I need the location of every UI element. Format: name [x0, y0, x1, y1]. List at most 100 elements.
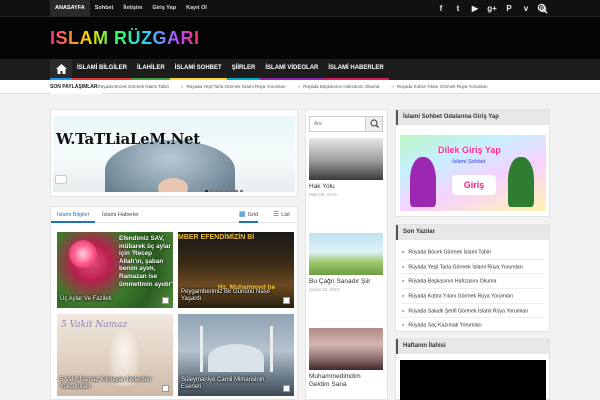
- nav-siirler[interactable]: ŞİİRLER: [226, 59, 261, 80]
- widget-title: İslami Sohbet Odalarına Giriş Yap: [396, 110, 549, 125]
- recent-post-link[interactable]: Rüyada Sakallı Şerifi Görmek İslami Rüya…: [402, 304, 544, 319]
- chat-banner[interactable]: Dilek Giriş Yap İslami Sohbet Giriş: [400, 135, 546, 211]
- site-logo[interactable]: ISLAM RÜZGARI: [50, 27, 200, 49]
- home-button[interactable]: [50, 59, 72, 80]
- site-header: ISLAM RÜZGARI: [0, 17, 600, 59]
- search-icon[interactable]: [537, 3, 548, 14]
- post-overlay-text: Efendimiz SAV, mübarek üç aylar için 'Re…: [119, 235, 173, 288]
- search-input[interactable]: [310, 117, 366, 131]
- slider-dot[interactable]: [235, 190, 238, 192]
- post-title[interactable]: Bu Çağrı Sanadır Şiir: [309, 278, 383, 286]
- widget-title: Son Yazılar: [396, 225, 549, 240]
- top-nav-kayit[interactable]: Kayıt Ol: [181, 0, 212, 17]
- nav-islami-bilgiler[interactable]: İSLAMİ BİLGİLER: [72, 59, 132, 80]
- weekly-hymn-widget: Haftanın İlahisi: [395, 338, 550, 400]
- youtube-icon[interactable]: ▶: [470, 4, 480, 13]
- featured-slider[interactable]: W.TaTLiaLeM.Net: [50, 109, 298, 197]
- slider-dot[interactable]: [210, 190, 213, 192]
- nav-ilahiler[interactable]: İLAHİLER: [132, 59, 170, 80]
- post-overlay-text: 5 Vakit Namaz: [61, 320, 128, 330]
- flower-image: [69, 240, 97, 268]
- grid-label: Grid: [247, 212, 259, 218]
- banner-subtitle: İslami Sohbet: [452, 159, 486, 165]
- recent-post-link[interactable]: Rüyada Saç Kazımak Yorumları: [402, 318, 544, 334]
- post-title[interactable]: Muhammedimdim Geldim Sana: [309, 373, 383, 389]
- post-title[interactable]: Süleymaniye Camii Mimarisinin Eserleri: [181, 377, 280, 391]
- nav-islami-haberler[interactable]: İSLAMİ HABERLER: [323, 59, 389, 80]
- video-player[interactable]: [400, 360, 546, 400]
- minaret: [200, 326, 203, 372]
- posts-tabbox: İslami Bilgiler İslami Haberler ▦ Grid ☰ L…: [50, 206, 298, 400]
- top-nav-giris[interactable]: Giriş Yap: [147, 0, 181, 17]
- top-nav-sohbet[interactable]: Sohbet: [90, 0, 119, 17]
- middle-column: Hak Yolu Mart 09, 2015 Bu Çağrı Sanadır …: [305, 109, 388, 400]
- post-card[interactable]: 5 Vakit Namaz 5 Vakit Namaz Kılmayan Nel…: [57, 314, 173, 396]
- slide-image[interactable]: W.TaTLiaLeM.Net: [53, 116, 295, 192]
- chat-rooms-widget: İslami Sohbet Odalarına Giriş Yap Dilek …: [395, 109, 550, 217]
- post-title[interactable]: Peygamberimiz Bir Gününü Nasıl Yaşardı: [181, 289, 280, 303]
- twitter-icon[interactable]: t: [453, 4, 463, 13]
- slide-caption-toggle[interactable]: [55, 175, 67, 184]
- top-bar: ANASAYFA Sohbet İletişim Giriş Yap Kayıt…: [0, 0, 600, 17]
- post-card[interactable]: Efendimiz SAV, mübarek üç aylar için 'Re…: [57, 232, 173, 308]
- grid-view-button[interactable]: ▦ Grid: [239, 207, 259, 223]
- ticker-items: Rüyada Böcek Görmek İslami Tabiri Rüyada…: [92, 80, 550, 94]
- slider-dot[interactable]: [230, 190, 233, 192]
- post-format-icon: [162, 297, 169, 304]
- tab-islami-haberler[interactable]: İslami Haberler: [96, 207, 145, 223]
- facebook-icon[interactable]: f: [436, 4, 446, 13]
- post-date: Şubat 18, 2015: [309, 287, 340, 292]
- post-title[interactable]: 5 Vakit Namaz Kılmayan Nelerden Yoksunka…: [60, 377, 159, 391]
- banner-text: Dilek Giriş Yap: [438, 145, 501, 155]
- post-format-icon: [162, 385, 169, 392]
- sidebar-post[interactable]: Bu Çağrı Sanadır Şiir Şubat 18, 2015: [309, 233, 383, 292]
- widget-title: Haftanın İlahisi: [396, 339, 549, 354]
- top-nav-iletisim[interactable]: İletişim: [118, 0, 147, 17]
- ticker-item[interactable]: Rüyada Başkasının Hafızasını Okuma: [298, 80, 379, 94]
- banner-sign: Giriş: [452, 175, 496, 195]
- slider-dot[interactable]: [215, 190, 218, 192]
- slider-dot[interactable]: [225, 190, 228, 192]
- post-title[interactable]: Üç Aylar Ve Fazileti: [60, 296, 159, 303]
- news-ticker: SON PAYLAŞIMLAR Rüyada Böcek Görmek İsla…: [0, 80, 600, 94]
- home-icon: [55, 63, 67, 74]
- sidebar-post[interactable]: Hak Yolu Mart 09, 2015: [309, 138, 383, 197]
- grid-icon: ▦: [239, 211, 246, 218]
- top-nav-home[interactable]: ANASAYFA: [50, 0, 90, 17]
- post-thumbnail[interactable]: [309, 328, 383, 370]
- ticker-item[interactable]: Rüyada Kobra Yılanı Görmek Rüya Yorumlar…: [391, 80, 488, 94]
- post-thumbnail[interactable]: [309, 233, 383, 275]
- recent-post-link[interactable]: Rüyada Kobra Yılanı Görmek Rüya Yorumlar…: [402, 289, 544, 304]
- nav-islami-videolar[interactable]: İSLAMİ VİDEOLAR: [260, 59, 324, 80]
- post-card[interactable]: MBER EFENDİMİZİN Bİ Hz. Muhammed he Peyg…: [178, 232, 294, 308]
- mosque-dome: [208, 344, 264, 372]
- tab-islami-bilgiler[interactable]: İslami Bilgiler: [51, 207, 96, 223]
- vimeo-icon[interactable]: v: [521, 4, 531, 13]
- sidebar-post[interactable]: Muhammedimdim Geldim Sana: [309, 328, 383, 389]
- post-thumbnail[interactable]: [309, 138, 383, 180]
- slide-text: W.TaTLiaLeM.Net: [56, 130, 200, 148]
- slider-dot[interactable]: [240, 190, 243, 192]
- top-nav: ANASAYFA Sohbet İletişim Giriş Yap Kayıt…: [50, 0, 212, 17]
- google-plus-icon[interactable]: g+: [487, 4, 497, 13]
- list-icon: ☰: [273, 211, 280, 218]
- list-view-button[interactable]: ☰ List: [273, 207, 290, 223]
- ticker-item[interactable]: Rüyada Böcek Görmek İslami Tabiri: [92, 80, 169, 94]
- pinterest-icon[interactable]: P: [504, 4, 514, 13]
- slider-dot[interactable]: [205, 190, 208, 192]
- post-overlay-text: MBER EFENDİMİZİN Bİ: [178, 234, 255, 241]
- slider-dot[interactable]: [220, 190, 223, 192]
- recent-post-link[interactable]: Rüyada Başkasının Hafızasını Okuma: [402, 274, 544, 290]
- post-date: Mart 09, 2015: [309, 192, 337, 197]
- post-card[interactable]: Süleymaniye Camii Mimarisinin Eserleri: [178, 314, 294, 396]
- post-title[interactable]: Hak Yolu: [309, 183, 383, 191]
- search-button[interactable]: [365, 117, 382, 131]
- post-format-icon: [283, 297, 290, 304]
- nav-islami-sohbet[interactable]: İSLAMİ SOHBET: [169, 59, 227, 80]
- minaret: [270, 326, 273, 372]
- search-icon: [370, 119, 379, 128]
- ticker-item[interactable]: Rüyada Yeşil Tarla Görmek İslami Rüya Yo…: [181, 80, 285, 94]
- recent-post-link[interactable]: Rüyada Yeşil Tarla Görmek İslami Rüya Yo…: [402, 260, 544, 275]
- slide-face: [158, 178, 188, 192]
- recent-post-link[interactable]: Rüyada Böcek Görmek İslami Tabiri: [402, 245, 544, 260]
